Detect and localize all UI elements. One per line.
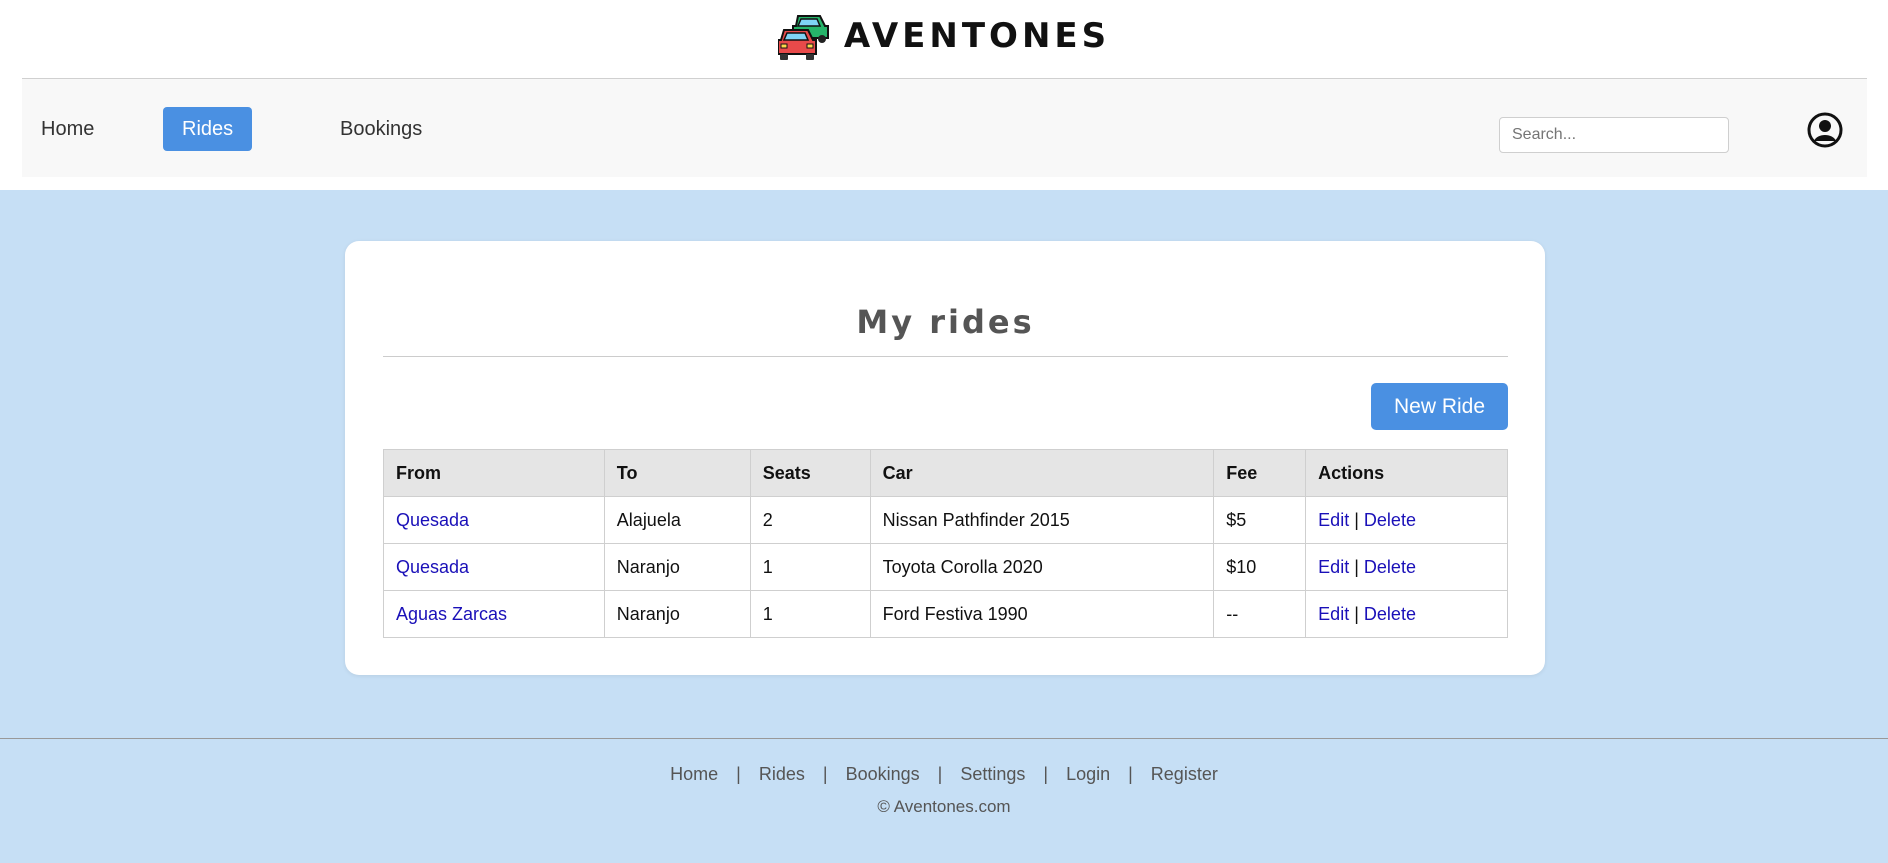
col-from-header: From [383, 449, 605, 497]
cell-actions: Edit | Delete [1305, 590, 1508, 638]
footer-separator: | [937, 764, 943, 784]
table-row: Quesada Naranjo 1 Toyota Corolla 2020 $1… [383, 543, 1508, 591]
brand: AVENTONES [0, 8, 1888, 64]
footer-link-home[interactable]: Home [670, 764, 718, 784]
cell-fee: -- [1213, 590, 1307, 638]
brand-name: AVENTONES [843, 16, 1111, 56]
table-header-row: From To Seats Car Fee Actions [383, 449, 1508, 497]
footer: Home | Rides | Bookings | Settings | Login | Regis… [0, 738, 1888, 817]
delete-link[interactable]: Delete [1364, 510, 1416, 530]
search-input[interactable] [1499, 117, 1729, 153]
edit-link[interactable]: Edit [1318, 557, 1349, 577]
table-row: Aguas Zarcas Naranjo 1 Ford Festiva 1990… [383, 590, 1508, 638]
rides-card: My rides New Ride From To Seats Car Fee … [345, 241, 1545, 675]
cell-fee: $5 [1213, 496, 1307, 544]
header: AVENTONES Home Rides Bookings [0, 0, 1888, 190]
cell-to: Naranjo [603, 590, 751, 638]
cell-from: Aguas Zarcas [383, 590, 605, 638]
rides-table: From To Seats Car Fee Actions Quesada Al… [383, 449, 1508, 638]
cell-actions: Edit | Delete [1305, 496, 1508, 544]
footer-link-login[interactable]: Login [1066, 764, 1110, 784]
delete-link[interactable]: Delete [1364, 557, 1416, 577]
from-link[interactable]: Aguas Zarcas [396, 604, 507, 624]
cell-from: Quesada [383, 543, 605, 591]
col-seats-header: Seats [749, 449, 871, 497]
cell-seats: 1 [749, 590, 871, 638]
cars-icon [777, 15, 829, 60]
table-row: Quesada Alajuela 2 Nissan Pathfinder 201… [383, 496, 1508, 544]
delete-link[interactable]: Delete [1364, 604, 1416, 624]
cell-car: Toyota Corolla 2020 [869, 543, 1215, 591]
edit-link[interactable]: Edit [1318, 604, 1349, 624]
footer-link-rides[interactable]: Rides [759, 764, 805, 784]
nav-rides[interactable]: Rides [163, 107, 253, 151]
page-title: My rides [856, 303, 1035, 341]
new-ride-button[interactable]: New Ride [1371, 383, 1508, 430]
col-fee-header: Fee [1213, 449, 1307, 497]
cell-seats: 1 [749, 543, 871, 591]
cell-car: Ford Festiva 1990 [869, 590, 1215, 638]
cell-to: Alajuela [603, 496, 751, 544]
nav-home[interactable]: Home [22, 107, 113, 151]
from-link[interactable]: Quesada [396, 510, 469, 530]
action-separator: | [1354, 603, 1359, 624]
col-actions-header: Actions [1305, 449, 1508, 497]
footer-link-bookings[interactable]: Bookings [846, 764, 920, 784]
cell-seats: 2 [749, 496, 871, 544]
action-separator: | [1354, 556, 1359, 577]
from-link[interactable]: Quesada [396, 557, 469, 577]
title-divider [383, 356, 1508, 357]
cell-car: Nissan Pathfinder 2015 [869, 496, 1215, 544]
edit-link[interactable]: Edit [1318, 510, 1349, 530]
nav-bookings[interactable]: Bookings [321, 107, 441, 151]
user-avatar-icon[interactable] [1807, 112, 1843, 148]
col-to-header: To [603, 449, 751, 497]
cell-fee: $10 [1213, 543, 1307, 591]
main-nav: Home Rides Bookings [22, 78, 1867, 177]
footer-separator: | [736, 764, 741, 784]
footer-separator: | [1043, 764, 1049, 784]
footer-link-register[interactable]: Register [1151, 764, 1218, 784]
footer-nav: Home | Rides | Bookings | Settings | Login | Regis… [0, 764, 1888, 785]
footer-separator: | [822, 764, 828, 784]
action-separator: | [1354, 509, 1359, 530]
copyright: © Aventones.com [877, 797, 1011, 816]
cell-actions: Edit | Delete [1305, 543, 1508, 591]
footer-link-settings[interactable]: Settings [960, 764, 1025, 784]
cell-to: Naranjo [603, 543, 751, 591]
footer-separator: | [1128, 764, 1133, 784]
cell-from: Quesada [383, 496, 605, 544]
col-car-header: Car [869, 449, 1215, 497]
